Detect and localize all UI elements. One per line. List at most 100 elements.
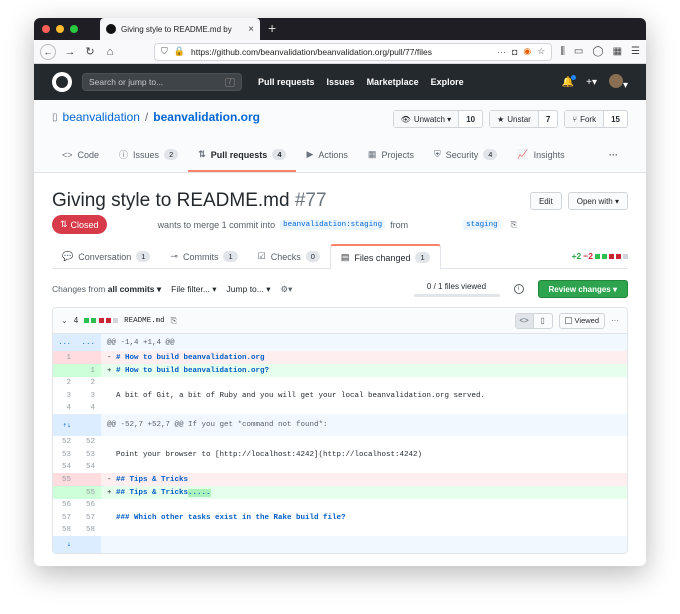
forward-icon[interactable]: → — [64, 46, 76, 58]
diff-line[interactable]: 55 - ## Tips & Tricks — [53, 473, 627, 486]
back-icon[interactable]: ← — [40, 43, 56, 60]
old-line-number[interactable]: 54 — [53, 463, 77, 471]
unstar-button[interactable]: ★ Unstar 7 — [489, 110, 559, 128]
repo-owner[interactable]: beanvalidation — [63, 110, 140, 124]
unwatch-button[interactable]: 👁 Unwatch ▾ 10 — [392, 110, 484, 128]
tab-conversation[interactable]: 💬 Conversation 1 — [52, 244, 160, 269]
tab-insights[interactable]: 📈 Insights — [507, 148, 574, 172]
diff-hunk-header[interactable]: ⇣ — [53, 536, 627, 553]
old-line-number[interactable]: 56 — [53, 501, 77, 509]
diff-line[interactable]: 53 53 Point your browser to [http://local… — [53, 448, 627, 461]
old-line-number[interactable]: 57 — [53, 514, 77, 522]
diff-line[interactable]: 56 56 — [53, 499, 627, 511]
jump-to-dropdown[interactable]: Jump to... ▾ — [227, 284, 271, 295]
tab-code[interactable]: <> Code — [52, 148, 109, 172]
diff-line[interactable]: 33 A bit of Git, a bit of Ruby and you w… — [53, 389, 627, 402]
user-menu[interactable]: ▾ — [608, 73, 628, 91]
old-line-number[interactable] — [53, 486, 77, 499]
library-icon[interactable]: ⫼ — [560, 46, 565, 57]
copy-icon[interactable]: ⎘ — [511, 220, 517, 230]
old-line-number[interactable]: 53 — [53, 451, 77, 459]
diff-line[interactable]: 57 57 ### Which other tasks exist in the … — [53, 511, 627, 524]
new-line-number[interactable]: 2 — [77, 379, 101, 387]
pocket-icon[interactable]: ◘ — [512, 47, 517, 57]
new-line-number[interactable]: 55 — [77, 486, 101, 499]
rich-view-icon[interactable]: ▯ — [534, 314, 552, 328]
account-icon[interactable]: ◯ — [592, 46, 603, 57]
new-line-number[interactable] — [77, 414, 101, 436]
tab-files-changed[interactable]: ▤ Files changed 1 — [329, 244, 441, 270]
github-logo-icon[interactable] — [52, 72, 72, 92]
open-with-button[interactable]: Open with ▾ — [567, 192, 628, 210]
reload-icon[interactable]: ↻ — [84, 45, 96, 58]
copy-path-icon[interactable]: ⎘ — [171, 316, 177, 326]
repo-name[interactable]: beanvalidation.org — [153, 110, 260, 124]
sidebar-icon[interactable]: ▭ — [574, 46, 583, 57]
review-changes-button[interactable]: Review changes ▾ — [537, 280, 628, 298]
fork-button[interactable]: ⑂ Fork 15 — [564, 110, 628, 128]
shield-icon[interactable]: ⛉ — [161, 46, 168, 57]
old-line-number[interactable] — [53, 364, 77, 377]
minimize-window-button[interactable] — [56, 25, 64, 33]
new-line-number[interactable]: 4 — [77, 404, 101, 412]
tab-security[interactable]: ⛨ Security 4 — [424, 148, 507, 172]
old-line-number[interactable]: 52 — [53, 438, 77, 446]
old-line-number[interactable]: 4 — [53, 404, 77, 412]
forks-count[interactable]: 15 — [604, 111, 627, 127]
diff-line[interactable]: 55 + ## Tips & Tricks..... — [53, 486, 627, 499]
edit-button[interactable]: Edit — [529, 192, 562, 210]
new-line-number[interactable]: ... — [77, 334, 101, 351]
diff-line[interactable]: 52 52 — [53, 436, 627, 448]
diff-line[interactable]: 44 — [53, 402, 627, 414]
old-line-number[interactable]: 58 — [53, 526, 77, 534]
old-line-number[interactable]: ⇡⇣ — [53, 414, 77, 436]
chevron-down-icon[interactable]: ⌄ — [61, 316, 68, 325]
new-line-number[interactable]: 1 — [77, 364, 101, 377]
new-line-number[interactable] — [77, 351, 101, 364]
new-line-number[interactable]: 56 — [77, 501, 101, 509]
bell-icon[interactable]: 🔔 — [562, 74, 577, 88]
head-branch[interactable]: staging — [463, 219, 501, 230]
extensions-icon[interactable]: ▦ — [613, 46, 622, 57]
watchers-count[interactable]: 10 — [459, 111, 482, 127]
create-new-icon[interactable]: +▾ — [586, 77, 597, 88]
new-line-number[interactable] — [77, 473, 101, 486]
diff-hunk-header[interactable]: ...... @@ -1,4 +1,4 @@ — [53, 334, 627, 351]
search-input[interactable]: Search or jump to... / — [82, 73, 242, 91]
new-tab-icon[interactable]: + — [268, 20, 276, 36]
changes-from-dropdown[interactable]: Changes from all commits ▾ — [52, 284, 161, 295]
tab-actions[interactable]: ▶ Actions — [296, 148, 357, 172]
gear-icon[interactable]: ⚙▾ — [281, 284, 293, 295]
url-text[interactable]: https://github.com/beanvalidation/beanva… — [191, 47, 491, 57]
old-line-number[interactable]: 3 — [53, 392, 77, 400]
close-window-button[interactable] — [42, 25, 50, 33]
new-line-number[interactable]: 52 — [77, 438, 101, 446]
new-line-number[interactable]: 3 — [77, 392, 101, 400]
tab-checks[interactable]: ☑ Checks 0 — [248, 244, 330, 269]
address-bar[interactable]: ⛉ 🔒 https://github.com/beanvalidation/be… — [154, 42, 553, 61]
tab-commits[interactable]: ⊸ Commits 1 — [160, 244, 247, 269]
old-line-number[interactable]: 1 — [53, 351, 77, 364]
page-actions-icon[interactable]: ··· — [497, 47, 506, 57]
viewed-checkbox[interactable]: Viewed — [558, 312, 605, 329]
nav-marketplace[interactable]: Marketplace — [367, 77, 419, 87]
diff-line[interactable]: 1 - # How to build beanvalidation.org — [53, 351, 627, 364]
base-branch[interactable]: beanvalidation:staging — [280, 219, 386, 230]
info-icon[interactable]: i — [513, 284, 524, 294]
new-line-number[interactable]: 53 — [77, 451, 101, 459]
nav-explore[interactable]: Explore — [431, 77, 464, 87]
diff-hunk-header[interactable]: ⇡⇣ @@ -52,7 +52,7 @@ If you get *command … — [53, 414, 627, 436]
new-line-number[interactable] — [77, 536, 101, 553]
diff-line[interactable]: 1 + # How to build beanvalidation.org? — [53, 364, 627, 377]
new-line-number[interactable]: 54 — [77, 463, 101, 471]
stars-count[interactable]: 7 — [539, 111, 557, 127]
bookmark-star-icon[interactable]: ☆ — [537, 46, 545, 57]
file-more-icon[interactable]: ··· — [611, 316, 619, 325]
zoom-window-button[interactable] — [70, 25, 78, 33]
rss-icon[interactable]: ◉ — [523, 46, 531, 57]
file-filter-dropdown[interactable]: File filter... ▾ — [171, 284, 216, 295]
old-line-number[interactable]: 55 — [53, 473, 77, 486]
nav-issues[interactable]: Issues — [327, 77, 355, 87]
browser-tab[interactable]: Giving style to README.md by × — [100, 18, 260, 40]
diff-line[interactable]: 54 54 — [53, 461, 627, 473]
